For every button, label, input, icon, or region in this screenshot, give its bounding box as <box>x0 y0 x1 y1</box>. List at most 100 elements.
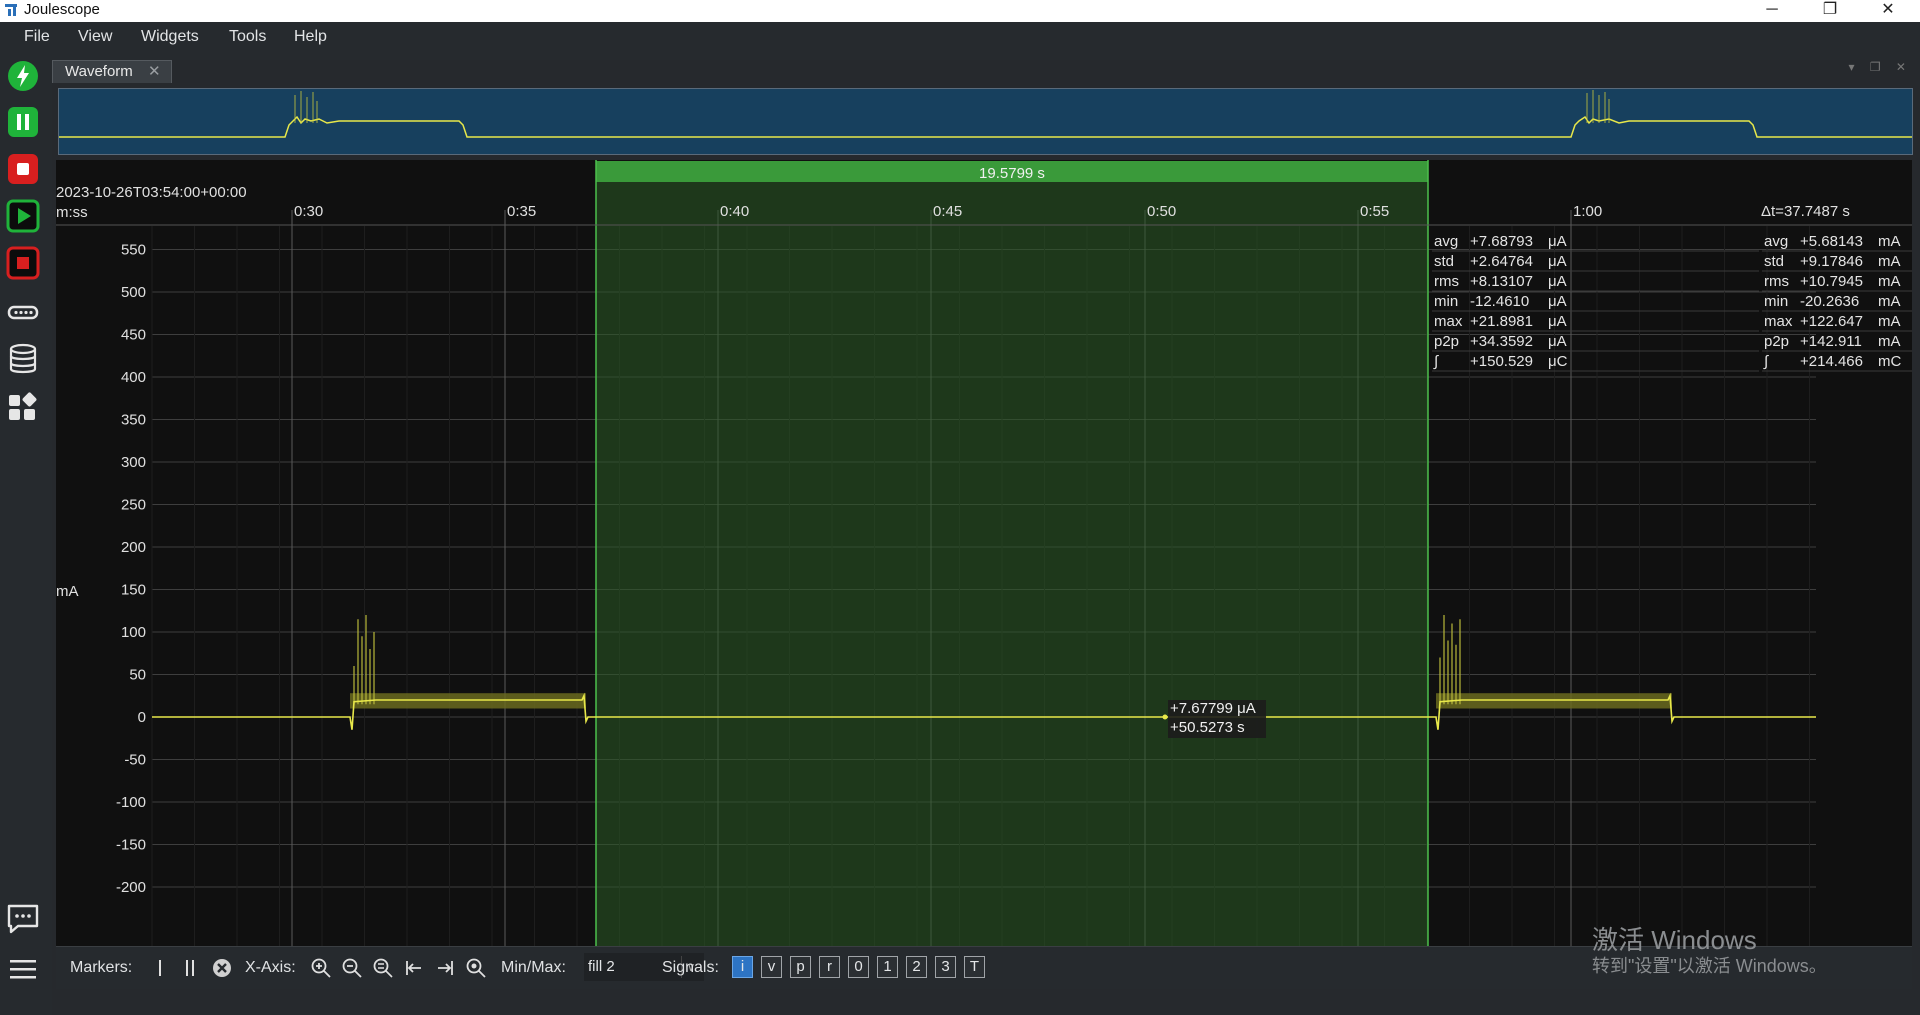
zoom-out-icon[interactable] <box>341 957 363 979</box>
x-tick-label: 1:00 <box>1573 203 1602 220</box>
device-icon[interactable] <box>6 295 40 329</box>
selection-statistics: avg +7.68793 μA std +2.64764 μA rms +8.13107 μA m… <box>1432 233 1759 372</box>
overview-trace <box>59 90 1912 138</box>
signal-toggle-p[interactable]: p <box>790 956 811 978</box>
signal-toggle-2[interactable]: 2 <box>906 956 927 978</box>
y-tick-label: 150 <box>121 582 146 599</box>
stat-name: avg <box>1764 233 1788 250</box>
zoom-in-icon[interactable] <box>310 957 332 979</box>
y-tick-label: -200 <box>116 879 146 896</box>
stat-unit: μA <box>1548 233 1567 250</box>
markers-label: Markers: <box>70 959 133 976</box>
signal-toggle-r[interactable]: r <box>819 956 840 978</box>
widgets-icon[interactable] <box>6 390 40 424</box>
delta-t-label: Δt=37.7487 s <box>1761 203 1850 220</box>
title-bar: Joulescope ─ ❐ ✕ <box>0 0 1920 22</box>
single-marker-icon[interactable] <box>149 957 171 979</box>
zoom-fit-icon[interactable] <box>372 957 394 979</box>
stat-name: min <box>1764 293 1788 310</box>
stat-name: p2p <box>1434 333 1459 350</box>
stat-name: std <box>1434 253 1454 270</box>
x-tick-label: 0:35 <box>507 203 536 220</box>
stat-unit: mA <box>1878 253 1901 270</box>
stat-name: ∫ <box>1433 353 1440 370</box>
x-format-label: m:ss <box>56 204 88 221</box>
stat-unit: μA <box>1548 313 1567 330</box>
y-tick-label: 500 <box>121 284 146 301</box>
signal-toggle-i[interactable]: i <box>732 956 753 978</box>
play-icon[interactable] <box>6 199 40 233</box>
stat-value: +214.466 <box>1800 353 1863 370</box>
zoom-all-icon[interactable] <box>465 957 487 979</box>
x-tick-label: 0:50 <box>1147 203 1176 220</box>
waveform-plot[interactable]: 19.5799 s 2023-10-26T03:54:00+00:00 m:ss… <box>56 160 1912 946</box>
lightning-icon[interactable] <box>6 59 40 93</box>
stat-value: +150.529 <box>1470 353 1533 370</box>
stat-name: max <box>1434 313 1463 330</box>
menu-file[interactable]: File <box>24 28 50 46</box>
joulescope-logo-icon <box>5 4 17 16</box>
x-tick-label: 0:55 <box>1360 203 1389 220</box>
stop-icon[interactable] <box>6 152 40 186</box>
signal-toggle-T[interactable]: T <box>964 956 985 978</box>
y-tick-label: -100 <box>116 794 146 811</box>
database-icon[interactable] <box>6 342 40 376</box>
signal-toggle-1[interactable]: 1 <box>877 956 898 978</box>
stat-unit: μC <box>1548 353 1568 370</box>
minimize-button[interactable]: ─ <box>1743 0 1801 22</box>
stat-value: +142.911 <box>1800 333 1862 350</box>
selection-width-label: 19.5799 s <box>979 165 1045 182</box>
menu-tools[interactable]: Tools <box>229 28 266 46</box>
minmax-label: Min/Max: <box>501 959 566 976</box>
stat-value: +122.647 <box>1800 313 1863 330</box>
y-tick-label: 450 <box>121 327 146 344</box>
close-button[interactable]: ✕ <box>1859 0 1917 22</box>
y-tick-label: 400 <box>121 369 146 386</box>
selection-region[interactable] <box>596 161 1428 946</box>
pan-right-icon[interactable] <box>434 957 456 979</box>
stat-unit: mC <box>1878 353 1901 370</box>
stat-name: rms <box>1434 273 1459 290</box>
pan-left-icon[interactable] <box>403 957 425 979</box>
chat-icon[interactable] <box>6 902 40 936</box>
signal-toggle-0[interactable]: 0 <box>848 956 869 978</box>
overview-strip[interactable] <box>58 88 1913 155</box>
y-tick-label: 0 <box>138 709 146 726</box>
menu-icon[interactable] <box>6 952 40 986</box>
tab-close-icon[interactable]: ✕ <box>148 62 161 80</box>
y-tick-label: -150 <box>116 837 146 854</box>
y-tick-label: 300 <box>121 454 146 471</box>
menu-view[interactable]: View <box>78 28 112 46</box>
stat-unit: mA <box>1878 293 1901 310</box>
x-tick-label: 0:40 <box>720 203 749 220</box>
maximize-button[interactable]: ❐ <box>1801 0 1859 22</box>
signal-toggle-v[interactable]: v <box>761 956 782 978</box>
x-tick-label: 0:30 <box>294 203 323 220</box>
stat-name: rms <box>1764 273 1789 290</box>
window-title: Joulescope <box>24 1 100 18</box>
stat-unit: μA <box>1548 253 1567 270</box>
dual-marker-icon[interactable] <box>179 957 201 979</box>
activation-watermark-text: 转到"设置"以激活 Windows。 <box>1592 956 1827 976</box>
view-statistics: avg +5.68143 mA std +9.17846 mA rms +10.7945 mA m… <box>1762 233 1912 372</box>
cursor-value-label: +7.67799 μA <box>1170 700 1256 717</box>
timestamp-label: 2023-10-26T03:54:00+00:00 <box>56 184 247 201</box>
signal-toggle-3[interactable]: 3 <box>935 956 956 978</box>
clear-markers-icon[interactable] <box>211 957 233 979</box>
dock-buttons[interactable]: ▾ ❐ ✕ <box>1848 60 1912 74</box>
stat-unit: mA <box>1878 273 1901 290</box>
stat-value: +8.13107 <box>1470 273 1533 290</box>
record-stop-icon[interactable] <box>6 246 40 280</box>
tab-waveform[interactable]: Waveform ✕ <box>52 60 172 83</box>
y-tick-label: 200 <box>121 539 146 556</box>
menu-widgets[interactable]: Widgets <box>141 28 199 46</box>
stat-unit: μA <box>1548 333 1567 350</box>
signals-label: Signals: <box>662 959 719 976</box>
y-axis-label: mA <box>56 583 79 600</box>
y-tick-label: 550 <box>121 242 146 259</box>
menu-help[interactable]: Help <box>294 28 327 46</box>
waveform-plot-svg[interactable]: 19.5799 s 2023-10-26T03:54:00+00:00 m:ss… <box>56 160 1912 946</box>
stat-unit: μA <box>1548 273 1567 290</box>
pause-icon[interactable] <box>6 105 40 139</box>
cursor-marker[interactable]: +7.67799 μA +50.5273 s <box>1162 700 1267 738</box>
